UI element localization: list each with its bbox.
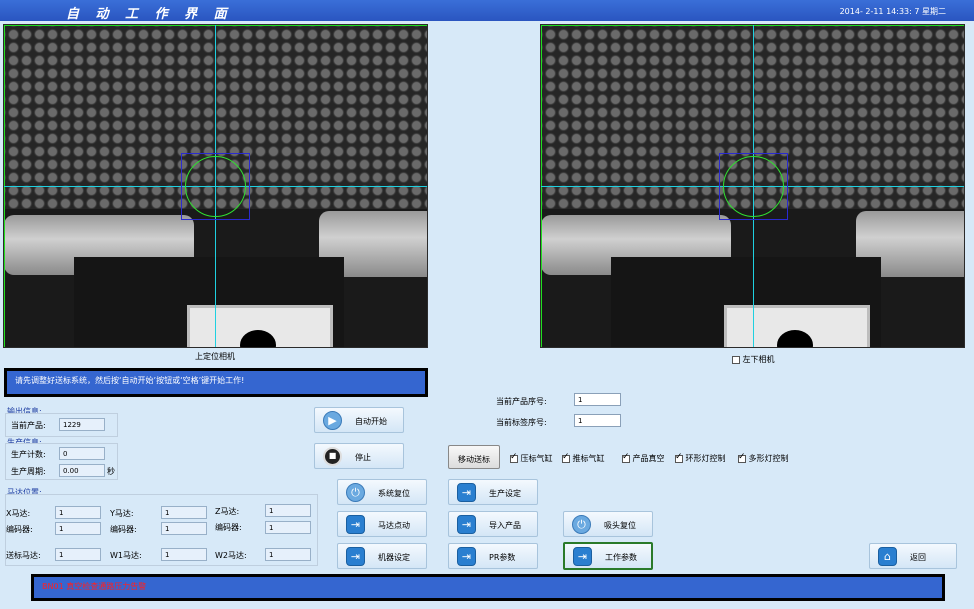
auto-start-label: 自动开始 [355, 417, 387, 426]
play-icon: ▶ [323, 411, 342, 430]
push-cylinder-label: 推标气缸 [572, 454, 605, 463]
product-serial-label: 当前产品序号: [496, 397, 547, 406]
label-serial-field[interactable]: 1 [574, 414, 621, 427]
import-product-label: 导入产品 [489, 521, 521, 530]
option-push-cylinder[interactable]: 推标气缸 [562, 452, 605, 464]
label-serial-label: 当前标签序号: [496, 418, 547, 427]
work-params-label: 工作参数 [605, 553, 637, 562]
camera-toggle-checkbox[interactable] [732, 355, 740, 364]
pr-params-button[interactable]: ⇥ PR参数 [448, 543, 538, 569]
move-label-button[interactable]: 移动送标 [448, 445, 500, 469]
production-period-field: 0.00 [59, 464, 105, 477]
door-icon: ⇥ [457, 483, 476, 502]
system-reset-button[interactable]: ⏻ 系统复位 [337, 479, 427, 505]
feed-motor-label: 送标马达: [6, 551, 41, 560]
stop-icon: ■ [323, 447, 342, 466]
head-reset-label: 吸头复位 [604, 521, 636, 530]
y-motor-field: 1 [161, 506, 207, 519]
pr-params-label: PR参数 [489, 553, 516, 562]
production-period-unit: 秒 [107, 467, 115, 476]
production-count-label: 生产计数: [11, 450, 46, 459]
stop-button[interactable]: ■ 停止 [314, 443, 404, 469]
encoder-label-1: 编码器: [6, 525, 33, 534]
back-label: 返回 [910, 553, 926, 562]
push-cylinder-checkbox[interactable] [562, 452, 570, 463]
home-icon: ⌂ [878, 547, 897, 566]
motor-jog-label: 马达点动 [378, 521, 410, 530]
camera-label-bottom-left[interactable]: 左下相机 [732, 354, 775, 365]
encoder-label-2: 编码器: [110, 525, 137, 534]
camera-toggle-label: 左下相机 [742, 355, 775, 364]
target-circle [723, 156, 784, 217]
production-setup-button[interactable]: ⇥ 生产设定 [448, 479, 538, 505]
system-reset-label: 系统复位 [378, 489, 410, 498]
camera-view-top[interactable] [3, 24, 428, 348]
door-icon: ⇥ [346, 515, 365, 534]
machine-setup-button[interactable]: ⇥ 机器设定 [337, 543, 427, 569]
power-icon: ⏻ [346, 483, 365, 502]
y-motor-label: Y马达: [110, 509, 134, 518]
option-product-vacuum[interactable]: 产品真空 [622, 452, 665, 464]
option-press-cylinder[interactable]: 压标气缸 [510, 452, 553, 464]
door-icon: ⇥ [457, 515, 476, 534]
product-vacuum-label: 产品真空 [632, 454, 665, 463]
x-motor-field: 1 [55, 506, 101, 519]
current-product-label: 当前产品: [11, 421, 46, 430]
door-icon: ⇥ [457, 547, 476, 566]
window-title: 自 动 工 作 界 面 [66, 7, 233, 22]
x-motor-label: X马达: [6, 509, 31, 518]
alarm-message-bar: BN01 真空检查通路压力告警 [31, 574, 945, 601]
current-product-field: 1229 [59, 418, 105, 431]
head-reset-button[interactable]: ⏻ 吸头复位 [563, 511, 653, 537]
title-bar: 自 动 工 作 界 面 2014- 2-11 14:33: 7 星期二 [0, 0, 974, 22]
product-vacuum-checkbox[interactable] [622, 452, 630, 463]
w2-motor-label: W2马达: [215, 551, 247, 560]
move-label-text: 移动送标 [458, 455, 490, 464]
camera-label-top: 上定位相机 [195, 352, 235, 361]
door-icon: ⇥ [346, 547, 365, 566]
ring-light-checkbox[interactable] [675, 452, 683, 463]
encoder-field-1: 1 [55, 522, 101, 535]
import-product-button[interactable]: ⇥ 导入产品 [448, 511, 538, 537]
clock: 2014- 2-11 14:33: 7 星期二 [839, 7, 946, 16]
z-motor-field: 1 [265, 504, 311, 517]
encoder-field-2: 1 [161, 522, 207, 535]
w1-motor-field: 1 [161, 548, 207, 561]
camera-view-bottom-left[interactable] [540, 24, 965, 348]
encoder-field-3: 1 [265, 521, 311, 534]
status-message: 请先调整好送标系统，然后按‘自动开始’按钮或‘空格’键开始工作! [15, 376, 245, 385]
multi-light-label: 多形灯控制 [748, 454, 789, 463]
w2-motor-field: 1 [265, 548, 311, 561]
encoder-label-3: 编码器: [215, 523, 242, 532]
press-cylinder-checkbox[interactable] [510, 452, 518, 463]
machine-setup-label: 机器设定 [378, 553, 410, 562]
ring-light-label: 环形灯控制 [685, 454, 726, 463]
production-count-field: 0 [59, 447, 105, 460]
power-icon: ⏻ [572, 515, 591, 534]
alarm-message: BN01 真空检查通路压力告警 [42, 582, 147, 591]
product-serial-field[interactable]: 1 [574, 393, 621, 406]
auto-start-button[interactable]: ▶ 自动开始 [314, 407, 404, 433]
target-circle [185, 156, 246, 217]
status-message-bar: 请先调整好送标系统，然后按‘自动开始’按钮或‘空格’键开始工作! [4, 368, 428, 397]
feed-motor-field: 1 [55, 548, 101, 561]
door-icon: ⇥ [573, 547, 592, 566]
motor-jog-button[interactable]: ⇥ 马达点动 [337, 511, 427, 537]
option-multi-light[interactable]: 多形灯控制 [738, 452, 789, 464]
production-setup-label: 生产设定 [489, 489, 521, 498]
w1-motor-label: W1马达: [110, 551, 142, 560]
production-period-label: 生产周期: [11, 467, 46, 476]
option-ring-light[interactable]: 环形灯控制 [675, 452, 726, 464]
stop-label: 停止 [355, 453, 371, 462]
press-cylinder-label: 压标气缸 [520, 454, 553, 463]
back-button[interactable]: ⌂ 返回 [869, 543, 957, 569]
z-motor-label: Z马达: [215, 507, 240, 516]
work-params-button[interactable]: ⇥ 工作参数 [563, 542, 653, 570]
multi-light-checkbox[interactable] [738, 452, 746, 463]
